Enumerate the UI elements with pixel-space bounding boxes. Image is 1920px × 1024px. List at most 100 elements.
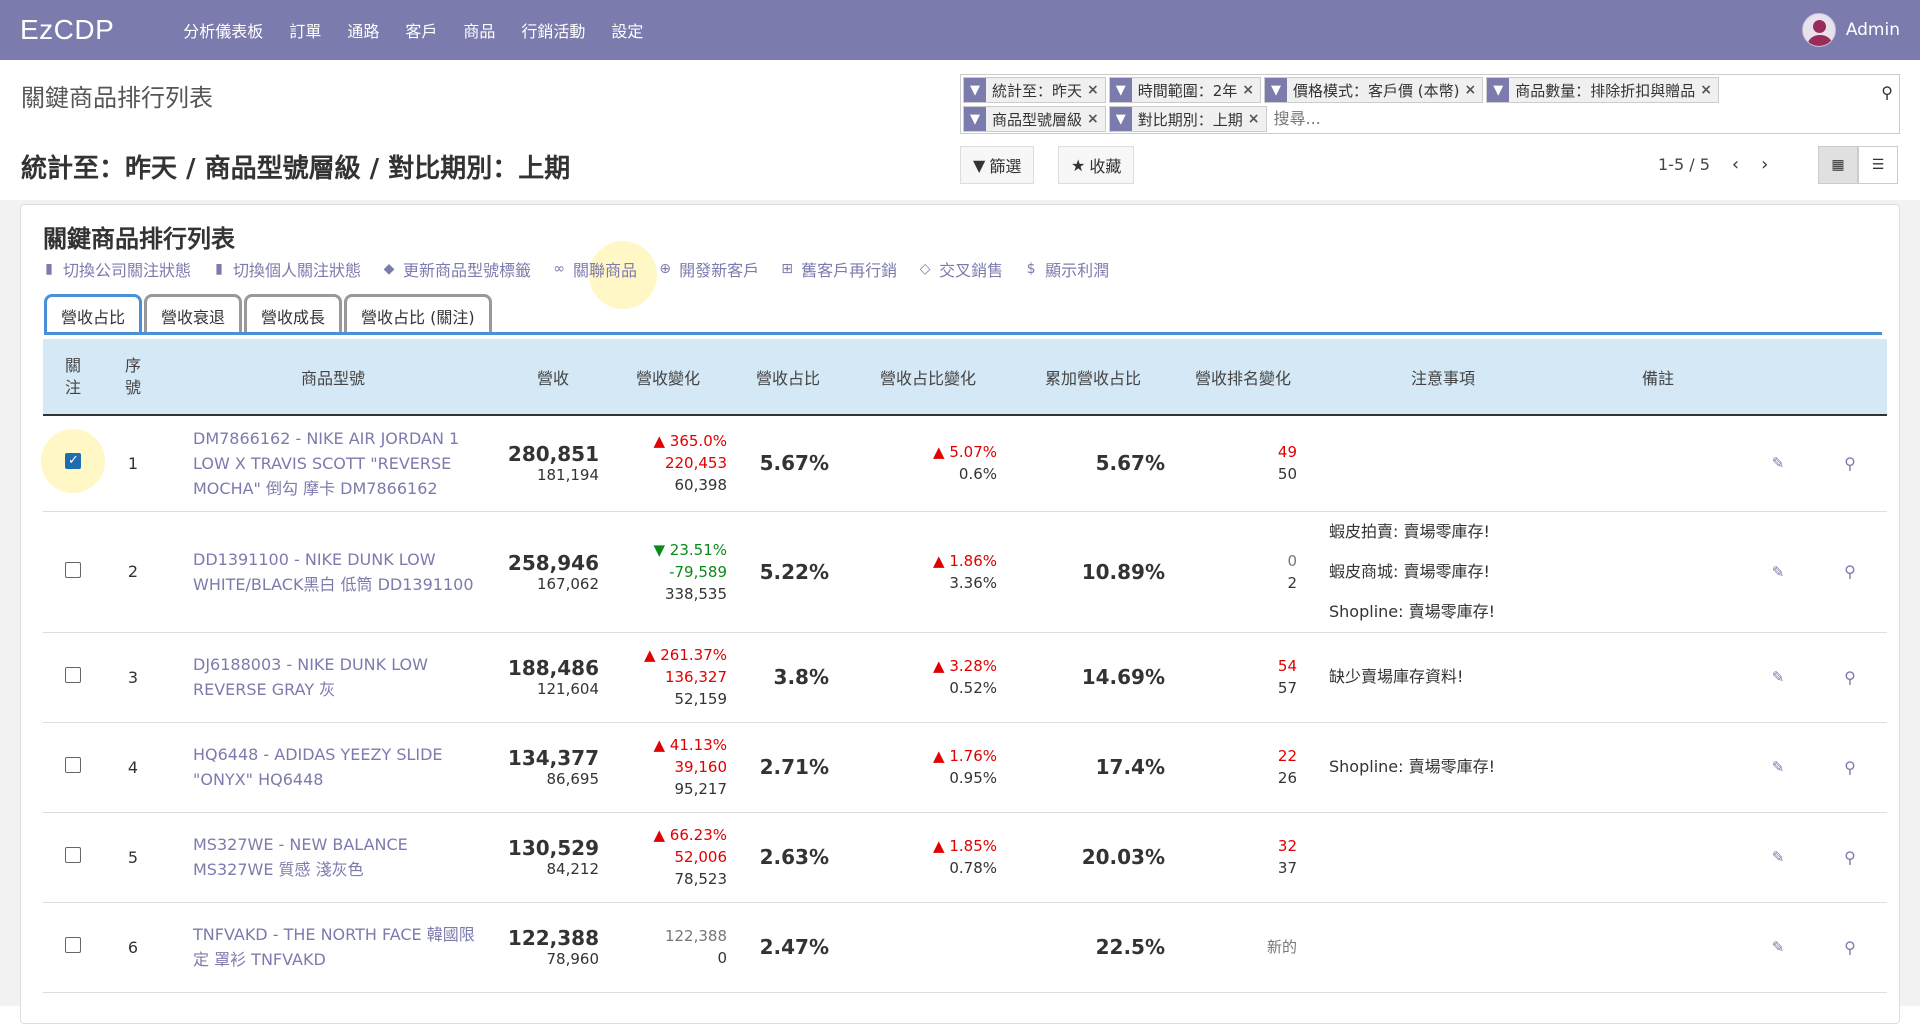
search-icon[interactable]: ⚲ — [1813, 722, 1887, 813]
column-header[interactable]: 營收占比變化 — [843, 339, 1013, 416]
favorite-button[interactable]: ★ 收藏 — [1058, 146, 1135, 184]
search-facet[interactable]: ▼ 時間範圍：2年 × — [1108, 77, 1262, 103]
follow-checkbox[interactable] — [65, 937, 81, 953]
column-header[interactable]: 營收排名變化 — [1173, 339, 1313, 416]
action-3[interactable]: ◆ 更新商品型號標籤 — [381, 257, 531, 281]
pencil-icon[interactable]: ✎ — [1743, 632, 1813, 723]
pencil-icon[interactable]: ✎ — [1743, 722, 1813, 813]
menu-item[interactable]: 商品 — [450, 18, 508, 42]
menu-item[interactable]: 設定 — [598, 18, 656, 42]
kanban-view-icon[interactable]: ▦ — [1818, 146, 1858, 184]
action-5[interactable]: ⊕ 開發新客戶 — [657, 257, 759, 281]
revenue-value: 280,851 — [507, 442, 599, 467]
product-link[interactable]: TNFVAKD - THE NORTH FACE 韓國限定 罩衫 TNFVAKD — [193, 922, 487, 972]
menu-item[interactable]: 訂單 — [276, 18, 334, 42]
pencil-icon[interactable]: ✎ — [1743, 511, 1813, 633]
share-change: ▲ 3.28% — [933, 657, 997, 675]
facet-label: 商品數量：排除折扣與贈品 — [1515, 81, 1696, 100]
follow-checkbox[interactable] — [65, 561, 81, 578]
search-facet[interactable]: ▼ 對比期別：上期 × — [1108, 106, 1267, 132]
product-link[interactable]: DM7866162 - NIKE AIR JORDAN 1 LOW X TRAV… — [193, 426, 487, 501]
action-8[interactable]: $ 顯示利潤 — [1023, 257, 1109, 281]
remark-cell — [1573, 632, 1743, 723]
menu-item[interactable]: 客戶 — [392, 18, 450, 42]
share-previous: 0.52% — [949, 679, 997, 697]
filter-button[interactable]: ▼ 篩選 — [960, 146, 1035, 184]
tab-4[interactable]: 營收占比 (關注) — [344, 294, 492, 334]
pencil-icon[interactable]: ✎ — [1743, 415, 1813, 512]
column-header[interactable]: 累加營收占比 — [1013, 339, 1173, 416]
follow-checkbox[interactable] — [65, 847, 81, 863]
search-icon[interactable]: ⚲ — [1881, 83, 1893, 102]
column-header[interactable] — [1813, 339, 1887, 416]
column-header[interactable] — [1743, 339, 1813, 416]
follow-checkbox[interactable] — [65, 757, 81, 773]
pencil-icon[interactable]: ✎ — [1743, 902, 1813, 993]
search-icon[interactable]: ⚲ — [1813, 632, 1887, 723]
table-row[interactable]: 5 MS327WE - NEW BALANCE MS327WE 質感 淺灰色 130… — [43, 812, 1887, 903]
column-header[interactable]: 商品型號 — [163, 339, 503, 416]
user-menu[interactable]: Admin — [1801, 13, 1900, 47]
search-facet[interactable]: ▼ 統計至：昨天 × — [963, 77, 1106, 103]
search-icon[interactable]: ⚲ — [1813, 511, 1887, 633]
table-row[interactable]: 1 DM7866162 - NIKE AIR JORDAN 1 LOW X TRA… — [41, 415, 1887, 512]
column-header[interactable]: 備註 — [1573, 339, 1743, 416]
action-label: 顯示利潤 — [1045, 261, 1110, 280]
tab-3[interactable]: 營收成長 — [244, 294, 343, 334]
menu-item[interactable]: 行銷活動 — [508, 18, 598, 42]
rank-change-cell: 32 37 — [1173, 812, 1313, 903]
action-7[interactable]: ◇ 交叉銷售 — [917, 257, 1003, 281]
search-input[interactable]: 搜尋... — [1270, 106, 1321, 132]
column-header[interactable]: 關 注 — [43, 339, 103, 416]
tab-1[interactable]: 營收占比 — [44, 294, 143, 334]
chevron-left-icon[interactable]: ‹ — [1732, 154, 1739, 175]
action-6[interactable]: ⊞ 舊客戶再行銷 — [779, 257, 897, 281]
chevron-right-icon[interactable]: › — [1761, 154, 1768, 175]
search-icon[interactable]: ⚲ — [1813, 902, 1887, 993]
product-link[interactable]: MS327WE - NEW BALANCE MS327WE 質感 淺灰色 — [193, 832, 487, 882]
column-header[interactable]: 序 號 — [103, 339, 163, 416]
menu-item[interactable]: 分析儀表板 — [170, 18, 276, 42]
list-view-icon[interactable]: ☰ — [1858, 146, 1898, 184]
search-icon[interactable]: ⚲ — [1813, 415, 1887, 512]
tab-2[interactable]: 營收衰退 — [144, 294, 243, 334]
close-icon[interactable]: × — [1242, 82, 1260, 98]
column-header[interactable]: 營收 — [503, 339, 603, 416]
table-row[interactable]: 2 DD1391100 - NIKE DUNK LOW WHITE/BLACK黑白… — [43, 511, 1887, 633]
search-icon[interactable]: ⚲ — [1813, 812, 1887, 903]
app-brand[interactable]: EzCDP — [20, 14, 114, 46]
close-icon[interactable]: × — [1700, 82, 1718, 98]
search-facet[interactable]: ▼ 價格模式：客戶價 (本幣) × — [1264, 77, 1484, 103]
search-facet[interactable]: ▼ 商品數量：排除折扣與贈品 × — [1486, 77, 1719, 103]
close-icon[interactable]: × — [1248, 111, 1266, 127]
column-header[interactable]: 營收占比 — [733, 339, 843, 416]
revenue-share: 5.67% — [733, 415, 843, 512]
table-row[interactable]: 6 TNFVAKD - THE NORTH FACE 韓國限定 罩衫 TNFVAK… — [43, 902, 1887, 993]
product-link[interactable]: HQ6448 - ADIDAS YEEZY SLIDE "ONYX" HQ644… — [193, 742, 487, 792]
close-icon[interactable]: × — [1087, 111, 1105, 127]
table-row[interactable]: 4 HQ6448 - ADIDAS YEEZY SLIDE "ONYX" HQ64… — [43, 722, 1887, 813]
menu-item[interactable]: 通路 — [334, 18, 392, 42]
column-header[interactable]: 營收變化 — [603, 339, 733, 416]
action-2[interactable]: ▮ 切換個人關注狀態 — [211, 257, 361, 281]
bookmark-icon: ▮ — [45, 261, 53, 277]
follow-checkbox[interactable] — [65, 453, 81, 470]
pager-value[interactable]: 1-5 / 5 — [1658, 155, 1710, 174]
pencil-icon[interactable]: ✎ — [1743, 812, 1813, 903]
revenue-change-amount: 220,453 — [664, 454, 727, 473]
close-icon[interactable]: × — [1087, 82, 1105, 98]
search-box[interactable]: ▼ 統計至：昨天 × ▼ 時間範圍：2年 × ▼ 價格模式：客戶價 (本幣) × ▼ 商品數量：排除… — [960, 74, 1900, 134]
action-1[interactable]: ▮ 切換公司關注狀態 — [41, 257, 191, 281]
follow-checkbox[interactable] — [65, 667, 81, 683]
action-label: 交叉銷售 — [939, 261, 1004, 280]
column-header[interactable]: 注意事項 — [1313, 339, 1573, 416]
table-row[interactable]: 3 DJ6188003 - NIKE DUNK LOW REVERSE GRAY … — [43, 632, 1887, 723]
product-link[interactable]: DJ6188003 - NIKE DUNK LOW REVERSE GRAY 灰 — [193, 652, 487, 702]
close-icon[interactable]: × — [1465, 82, 1483, 98]
ranking-card: 關鍵商品排行列表 ▮ 切換公司關注狀態 ▮ 切換個人關注狀態 ◆ 更新商品型號標籤 ∞ 關聯商… — [20, 204, 1900, 1024]
revenue-change-pct: ▲ 261.37% — [643, 646, 727, 664]
action-4[interactable]: ∞ 關聯商品 — [551, 257, 637, 281]
product-link[interactable]: DD1391100 - NIKE DUNK LOW WHITE/BLACK黑白 … — [193, 547, 487, 597]
rank-previous: 57 — [1277, 679, 1297, 697]
search-facet[interactable]: ▼ 商品型號層級 × — [963, 106, 1106, 132]
